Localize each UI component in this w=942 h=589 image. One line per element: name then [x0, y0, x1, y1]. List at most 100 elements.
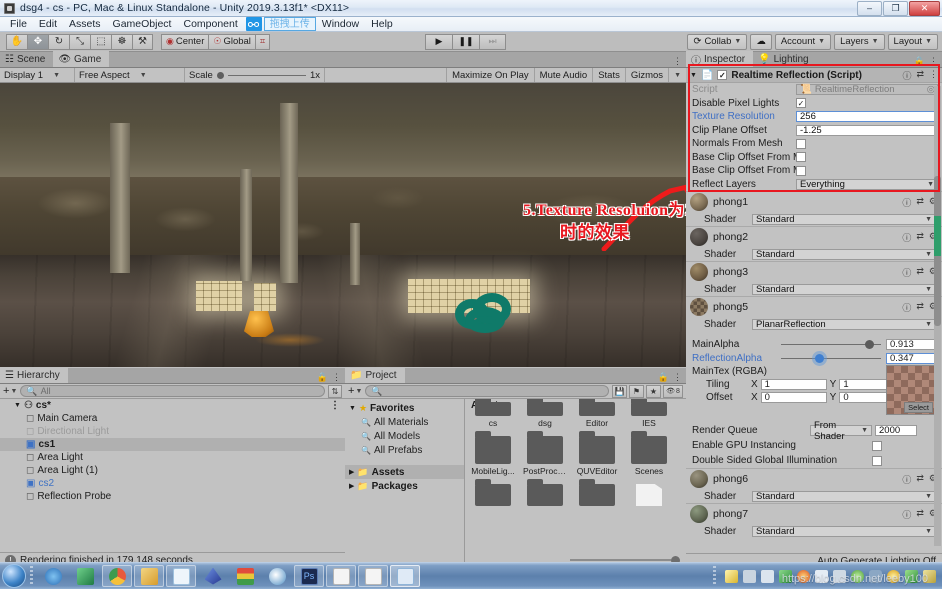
cloud-button[interactable]: ☁: [750, 34, 772, 50]
double-sided-gi-checkbox[interactable]: [872, 456, 882, 466]
menu-edit[interactable]: Edit: [33, 17, 63, 32]
minimize-button[interactable]: –: [857, 1, 882, 16]
unity-window-2[interactable]: [358, 565, 388, 587]
hierarchy-list[interactable]: ▼ ⚇ cs* ⋮ ◻ Main Camera ◻ Directional Li…: [0, 399, 345, 563]
gizmos-toggle[interactable]: Gizmos: [625, 68, 668, 82]
save-filter-icon[interactable]: 💾: [612, 385, 627, 398]
pivot-rotation-button[interactable]: ☉ Global: [208, 34, 255, 50]
tree-item-all-prefabs[interactable]: 🔍 All Prefabs: [345, 443, 464, 457]
list-item-cs2[interactable]: ▣ cs2: [0, 477, 345, 490]
preset-icon[interactable]: ⇄: [916, 301, 924, 314]
menu-file[interactable]: File: [4, 17, 33, 32]
network-icon[interactable]: [761, 570, 774, 583]
render-queue-dropdown[interactable]: From Shader ▼: [810, 425, 872, 436]
hand-tool-icon[interactable]: ✋: [6, 34, 27, 50]
pivot-mode-button[interactable]: ◉ Center: [161, 34, 208, 50]
preset-icon[interactable]: ⇄: [916, 231, 924, 244]
scale-tool-icon[interactable]: ⤡: [69, 34, 90, 50]
list-item-cs1[interactable]: ▣ cs1: [0, 438, 345, 451]
close-button[interactable]: ✕: [909, 1, 940, 16]
project-search-input[interactable]: 🔍: [365, 385, 609, 397]
account-button[interactable]: Account ▼: [775, 34, 831, 50]
script-object-field[interactable]: 📜 RealtimeReflection ◎: [796, 84, 938, 95]
clip-plane-offset-input[interactable]: -1.25: [796, 125, 938, 136]
tree-item-packages[interactable]: ▶ 📁 Packages: [345, 479, 464, 493]
scale-slider[interactable]: Scale 1x: [185, 68, 325, 82]
move-tool-icon[interactable]: ✥: [27, 34, 48, 50]
chevron-down-icon[interactable]: ▼: [690, 72, 697, 79]
hidden-packages-icon[interactable]: 👁8: [663, 385, 683, 398]
material-header[interactable]: phong7 ⓘ ⇄ ⚙: [686, 504, 942, 524]
internet-explorer-icon[interactable]: [38, 565, 68, 587]
display-dropdown[interactable]: Display 1 ▼: [0, 68, 75, 82]
asset-item[interactable]: cs: [471, 402, 515, 428]
base-clip-offset-1-checkbox[interactable]: [796, 152, 806, 162]
preset-icon[interactable]: ⇄: [916, 196, 924, 209]
blue-swirl-icon[interactable]: [262, 565, 292, 587]
asset-item[interactable]: QUVEditor: [575, 436, 619, 476]
component-enabled-checkbox[interactable]: ✓: [717, 70, 727, 80]
maximize-on-play-toggle[interactable]: Maximize On Play: [446, 68, 534, 82]
list-item-area-light-1[interactable]: ◻ Area Light (1): [0, 464, 345, 477]
tab-inspector[interactable]: ⓘ Inspector: [686, 51, 753, 67]
preset-icon[interactable]: ⇄: [916, 266, 924, 279]
menu-gameobject[interactable]: GameObject: [107, 17, 178, 32]
grid-snap-button[interactable]: ⌗: [255, 34, 270, 50]
reflect-layers-dropdown[interactable]: Everything ▼: [796, 179, 938, 190]
list-item-area-light[interactable]: ◻ Area Light: [0, 451, 345, 464]
project-grid[interactable]: Assets cs dsg Editor IES MobileLig... Po…: [465, 399, 686, 568]
inspector-scrollbar[interactable]: [934, 86, 941, 546]
notification-icon[interactable]: [725, 570, 738, 583]
tree-item-assets[interactable]: ▶ 📁 Assets: [345, 465, 464, 479]
shader-dropdown[interactable]: Standard ▼: [752, 526, 936, 537]
unity-window-3-active[interactable]: [390, 565, 420, 587]
slider-track[interactable]: [570, 559, 671, 561]
scale-slider-track[interactable]: [228, 75, 306, 76]
component-header-realtime-reflection[interactable]: ▼ 📄 ✓ Realtime Reflection (Script) ⓘ ⇄ ⋮: [686, 68, 942, 83]
gpu-instancing-checkbox[interactable]: [872, 441, 882, 451]
project-tree[interactable]: ▼ ★ Favorites 🔍 All Materials 🔍 All Mode…: [345, 399, 465, 568]
label-icon[interactable]: ⚑: [629, 385, 644, 398]
asset-item[interactable]: Editor: [575, 402, 619, 428]
explorer-icon[interactable]: [134, 565, 164, 587]
asset-item[interactable]: [627, 484, 671, 506]
kebab-menu-icon[interactable]: ⋮: [673, 372, 682, 383]
kebab-menu-icon[interactable]: ⋮: [673, 56, 682, 67]
menu-assets[interactable]: Assets: [63, 17, 107, 32]
unity-collab-icon[interactable]: [166, 565, 196, 587]
scale-slider-knob[interactable]: [217, 72, 224, 79]
chevron-right-icon[interactable]: ▶: [349, 482, 354, 490]
game-view-tab-menu[interactable]: ⋮: [673, 56, 686, 67]
asset-item[interactable]: IES: [627, 402, 671, 428]
chevron-right-icon[interactable]: ▶: [349, 468, 354, 476]
hierarchy-sort-button[interactable]: ⇅: [328, 385, 342, 398]
favorite-icon[interactable]: ★: [646, 385, 661, 398]
rotate-tool-icon[interactable]: ↻: [48, 34, 69, 50]
create-gameobject-button[interactable]: + ▼: [3, 385, 17, 397]
reflection-alpha-slider-knob[interactable]: [815, 354, 824, 363]
shader-dropdown[interactable]: PlanarReflection ▼: [752, 319, 936, 330]
reflection-alpha-value[interactable]: 0.347: [886, 353, 938, 364]
tiling-x-input[interactable]: 1: [761, 379, 827, 390]
tab-game[interactable]: 👁 Game: [53, 51, 109, 67]
maximize-button[interactable]: ❐: [883, 1, 908, 16]
list-item-scene-root[interactable]: ▼ ⚇ cs* ⋮: [0, 399, 345, 412]
shader-dropdown[interactable]: Standard ▼: [752, 491, 936, 502]
main-alpha-slider-track[interactable]: [781, 344, 881, 345]
material-header[interactable]: phong2 ⓘ ⇄ ⚙: [686, 227, 942, 247]
bird-app-icon[interactable]: [198, 565, 228, 587]
create-asset-button[interactable]: + ▼: [348, 385, 362, 397]
menu-component[interactable]: Component: [177, 17, 243, 32]
tab-scene[interactable]: ☷ Scene: [0, 51, 53, 67]
asset-item[interactable]: dsg: [523, 402, 567, 428]
chevron-down-icon[interactable]: ▼: [349, 405, 356, 412]
battery-icon[interactable]: [743, 570, 756, 583]
hierarchy-search-input[interactable]: 🔍 All: [20, 385, 325, 397]
material-header[interactable]: phong1 ⓘ ⇄ ⚙: [686, 192, 942, 212]
asset-item[interactable]: [523, 484, 567, 506]
asset-item[interactable]: Scenes: [627, 436, 671, 476]
collab-button[interactable]: ⟳ Collab ▼: [687, 34, 747, 50]
help-icon[interactable]: ⓘ: [902, 69, 911, 82]
help-icon[interactable]: ⓘ: [902, 231, 911, 244]
windows-start-orb-icon[interactable]: [2, 564, 26, 588]
